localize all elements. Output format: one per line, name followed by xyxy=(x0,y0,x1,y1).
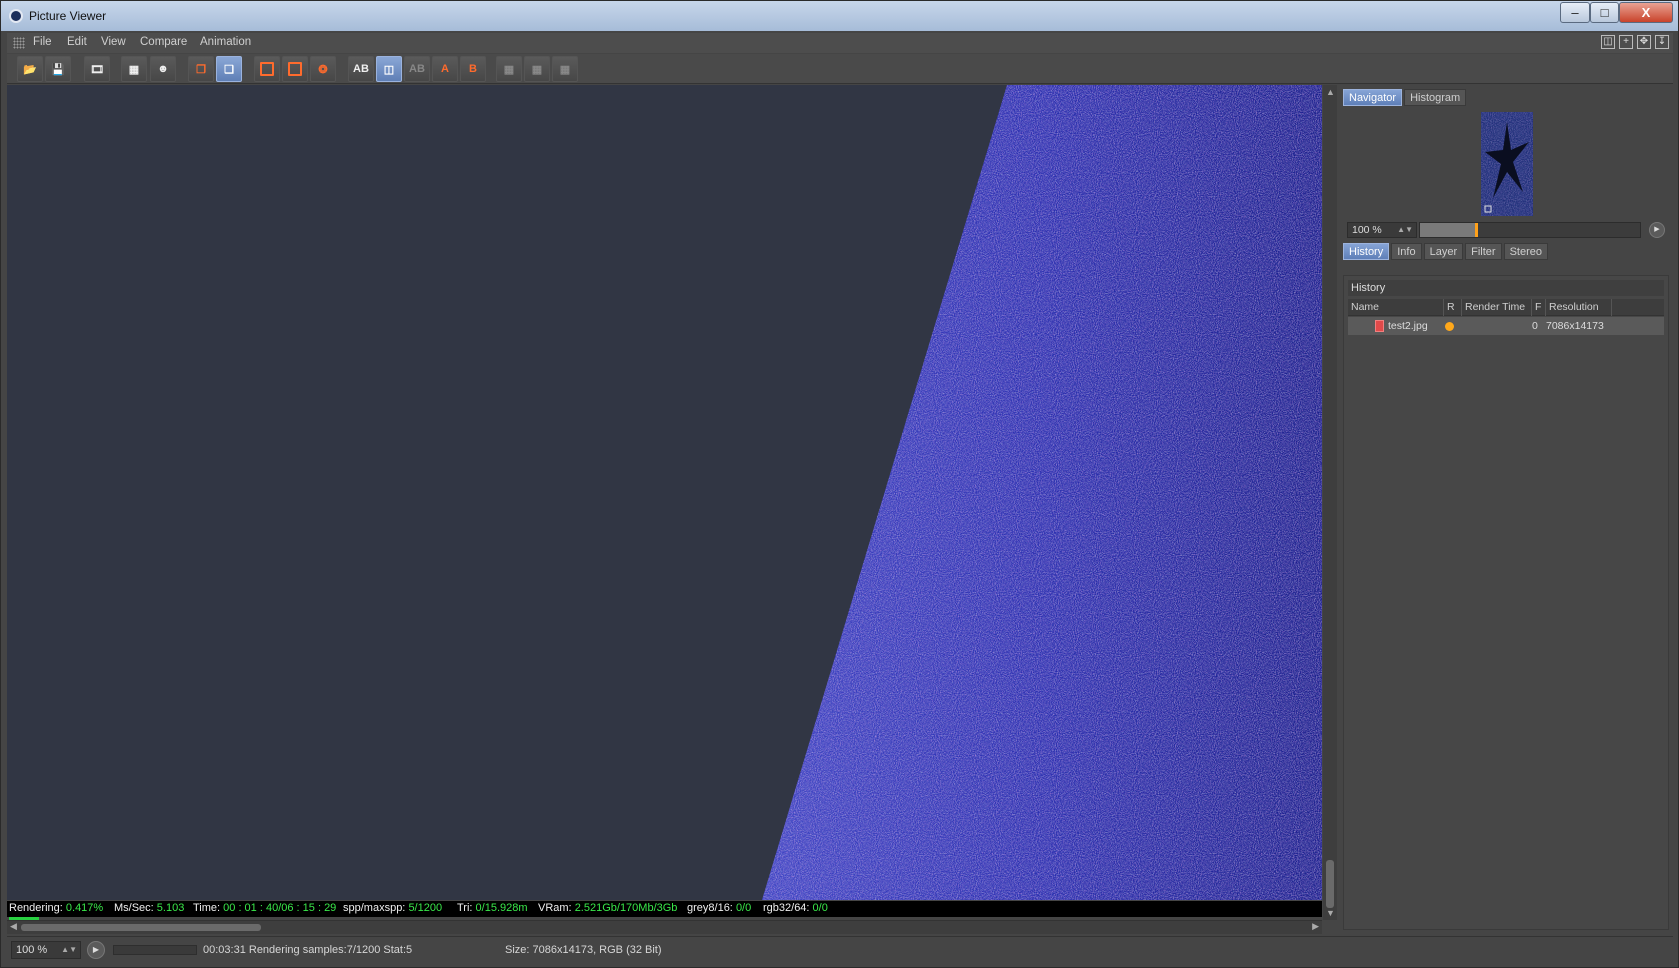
zoom-spinner-icon[interactable]: ▲▼ xyxy=(61,942,77,958)
render-viewport[interactable] xyxy=(7,85,1322,900)
close-button[interactable]: X xyxy=(1619,2,1673,23)
history-table-header: Name R Render Time F Resolution xyxy=(1348,299,1664,316)
tab-history[interactable]: History xyxy=(1343,243,1390,260)
snapshot-region-icon[interactable] xyxy=(282,56,308,82)
layout-new-icon[interactable]: + xyxy=(1619,35,1633,49)
render-person-icon[interactable]: ☻ xyxy=(150,56,176,82)
render-camera-icon[interactable]: ❂ xyxy=(310,56,336,82)
menu-grip-icon xyxy=(13,37,25,49)
col-render-time[interactable]: Render Time xyxy=(1462,299,1532,316)
navigator-zoom-field[interactable]: 100 % ▲▼ xyxy=(1347,222,1417,238)
horizontal-scroll-thumb[interactable] xyxy=(21,924,261,931)
right-panel: Navigator Histogram 100 % ▲▼ ▶ History In… xyxy=(1339,85,1673,935)
navigator-zoom-slider[interactable] xyxy=(1419,222,1641,238)
tab-info[interactable]: Info xyxy=(1391,243,1422,260)
navigator-thumbnail[interactable] xyxy=(1481,112,1533,216)
compare-swap-icon[interactable]: AB xyxy=(404,56,430,82)
table-row[interactable]: test2.jpg 0 7086x14173 xyxy=(1348,317,1664,335)
row-f: 0 xyxy=(1532,320,1538,332)
history-title: History xyxy=(1348,280,1664,296)
bottom-status-bar: 100 % ▲▼ ▶ 00:03:31 Rendering samples:7/1… xyxy=(7,936,1673,962)
tab-stereo[interactable]: Stereo xyxy=(1503,243,1548,260)
tab-navigator[interactable]: Navigator xyxy=(1343,89,1403,106)
zoom-slider-handle[interactable] xyxy=(1475,223,1478,237)
save-icon[interactable]: 💾 xyxy=(45,56,71,82)
app-icon xyxy=(9,9,23,23)
col-f[interactable]: F xyxy=(1532,299,1546,316)
col-r[interactable]: R xyxy=(1444,299,1462,316)
window-title: Picture Viewer xyxy=(29,9,107,23)
tab-histogram[interactable]: Histogram xyxy=(1404,89,1467,106)
zoom-field[interactable]: 100 % ▲▼ xyxy=(11,941,81,959)
set-a-icon[interactable]: A xyxy=(432,56,458,82)
layout-3-icon[interactable]: ▦ xyxy=(552,56,578,82)
film-clip-icon[interactable]: 🎞 xyxy=(84,56,110,82)
navigator-play-icon[interactable]: ▶ xyxy=(1649,222,1665,238)
col-name[interactable]: Name xyxy=(1348,299,1444,316)
scroll-down-icon[interactable]: ▼ xyxy=(1326,908,1335,918)
navigator-tabs: Navigator Histogram xyxy=(1343,89,1467,106)
compare-ab-icon[interactable]: AB xyxy=(348,56,374,82)
layout-panel-icon[interactable]: ◫ xyxy=(1601,35,1615,49)
snapshot-icon[interactable] xyxy=(254,56,280,82)
menu-animation[interactable]: Animation xyxy=(200,36,251,48)
toolbar: 📂 💾 🎞 ▦ ☻ ❐ ❑ ❂ AB ◫ AB A B ▦ ▦ ▦ xyxy=(7,54,1673,84)
menu-edit[interactable]: Edit xyxy=(67,36,87,48)
panel-tabs: History Info Layer Filter Stereo xyxy=(1343,243,1548,260)
layout-1-icon[interactable]: ▦ xyxy=(496,56,522,82)
maximize-button[interactable]: □ xyxy=(1590,2,1619,23)
set-b-icon[interactable]: B xyxy=(460,56,486,82)
scroll-right-icon[interactable]: ▶ xyxy=(1312,921,1319,932)
menu-view[interactable]: View xyxy=(101,36,126,48)
copy-layer-icon[interactable]: ❐ xyxy=(188,56,214,82)
menu-compare[interactable]: Compare xyxy=(140,36,187,48)
render-status-line: Rendering: 0.417% Ms/Sec: 5.103 Time: 00… xyxy=(7,901,1322,917)
tab-filter[interactable]: Filter xyxy=(1465,243,1502,260)
picture-viewer-window: Picture Viewer – □ X File Edit View Comp… xyxy=(0,0,1679,968)
scroll-left-icon[interactable]: ◀ xyxy=(10,921,17,932)
compare-split-icon[interactable]: ◫ xyxy=(376,56,402,82)
tab-layer[interactable]: Layer xyxy=(1423,243,1464,260)
status-message: 00:03:31 Rendering samples:7/1200 Stat:5 xyxy=(203,944,413,956)
render-status-dot xyxy=(1445,322,1454,331)
scroll-up-icon[interactable]: ▲ xyxy=(1326,87,1335,97)
dock-down-icon[interactable]: ↧ xyxy=(1655,35,1669,49)
menu-bar: File Edit View Compare Animation ◫ + ✥ ↧ xyxy=(7,33,1673,53)
menu-file[interactable]: File xyxy=(33,36,52,48)
row-name: test2.jpg xyxy=(1388,320,1428,332)
image-file-icon xyxy=(1375,320,1384,332)
vertical-scrollbar[interactable]: ▲ ▼ xyxy=(1323,85,1337,920)
layout-2-icon[interactable]: ▦ xyxy=(524,56,550,82)
play-icon[interactable]: ▶ xyxy=(87,941,105,959)
col-resolution[interactable]: Resolution xyxy=(1546,299,1612,316)
horizontal-scrollbar[interactable]: ◀ ▶ xyxy=(7,920,1322,934)
image-size-info: Size: 7086x14173, RGB (32 Bit) xyxy=(505,944,662,956)
layout-controls: ◫ + ✥ ↧ xyxy=(1601,35,1669,49)
minimize-button[interactable]: – xyxy=(1560,2,1590,23)
region-select-icon[interactable]: ▦ xyxy=(121,56,147,82)
navigator-zoom-spinner-icon[interactable]: ▲▼ xyxy=(1397,223,1413,237)
open-icon[interactable]: 📂 xyxy=(17,56,43,82)
render-image xyxy=(7,85,1322,900)
vertical-scroll-thumb[interactable] xyxy=(1326,860,1334,908)
history-panel: History Name R Render Time F Resolution … xyxy=(1343,275,1669,930)
progress-bar xyxy=(113,945,197,955)
stack-layer-icon[interactable]: ❑ xyxy=(216,56,242,82)
zoom-slider-fill xyxy=(1420,223,1475,237)
title-bar: Picture Viewer – □ X xyxy=(1,1,1678,31)
row-resolution: 7086x14173 xyxy=(1546,320,1604,332)
move-arrows-icon[interactable]: ✥ xyxy=(1637,35,1651,49)
